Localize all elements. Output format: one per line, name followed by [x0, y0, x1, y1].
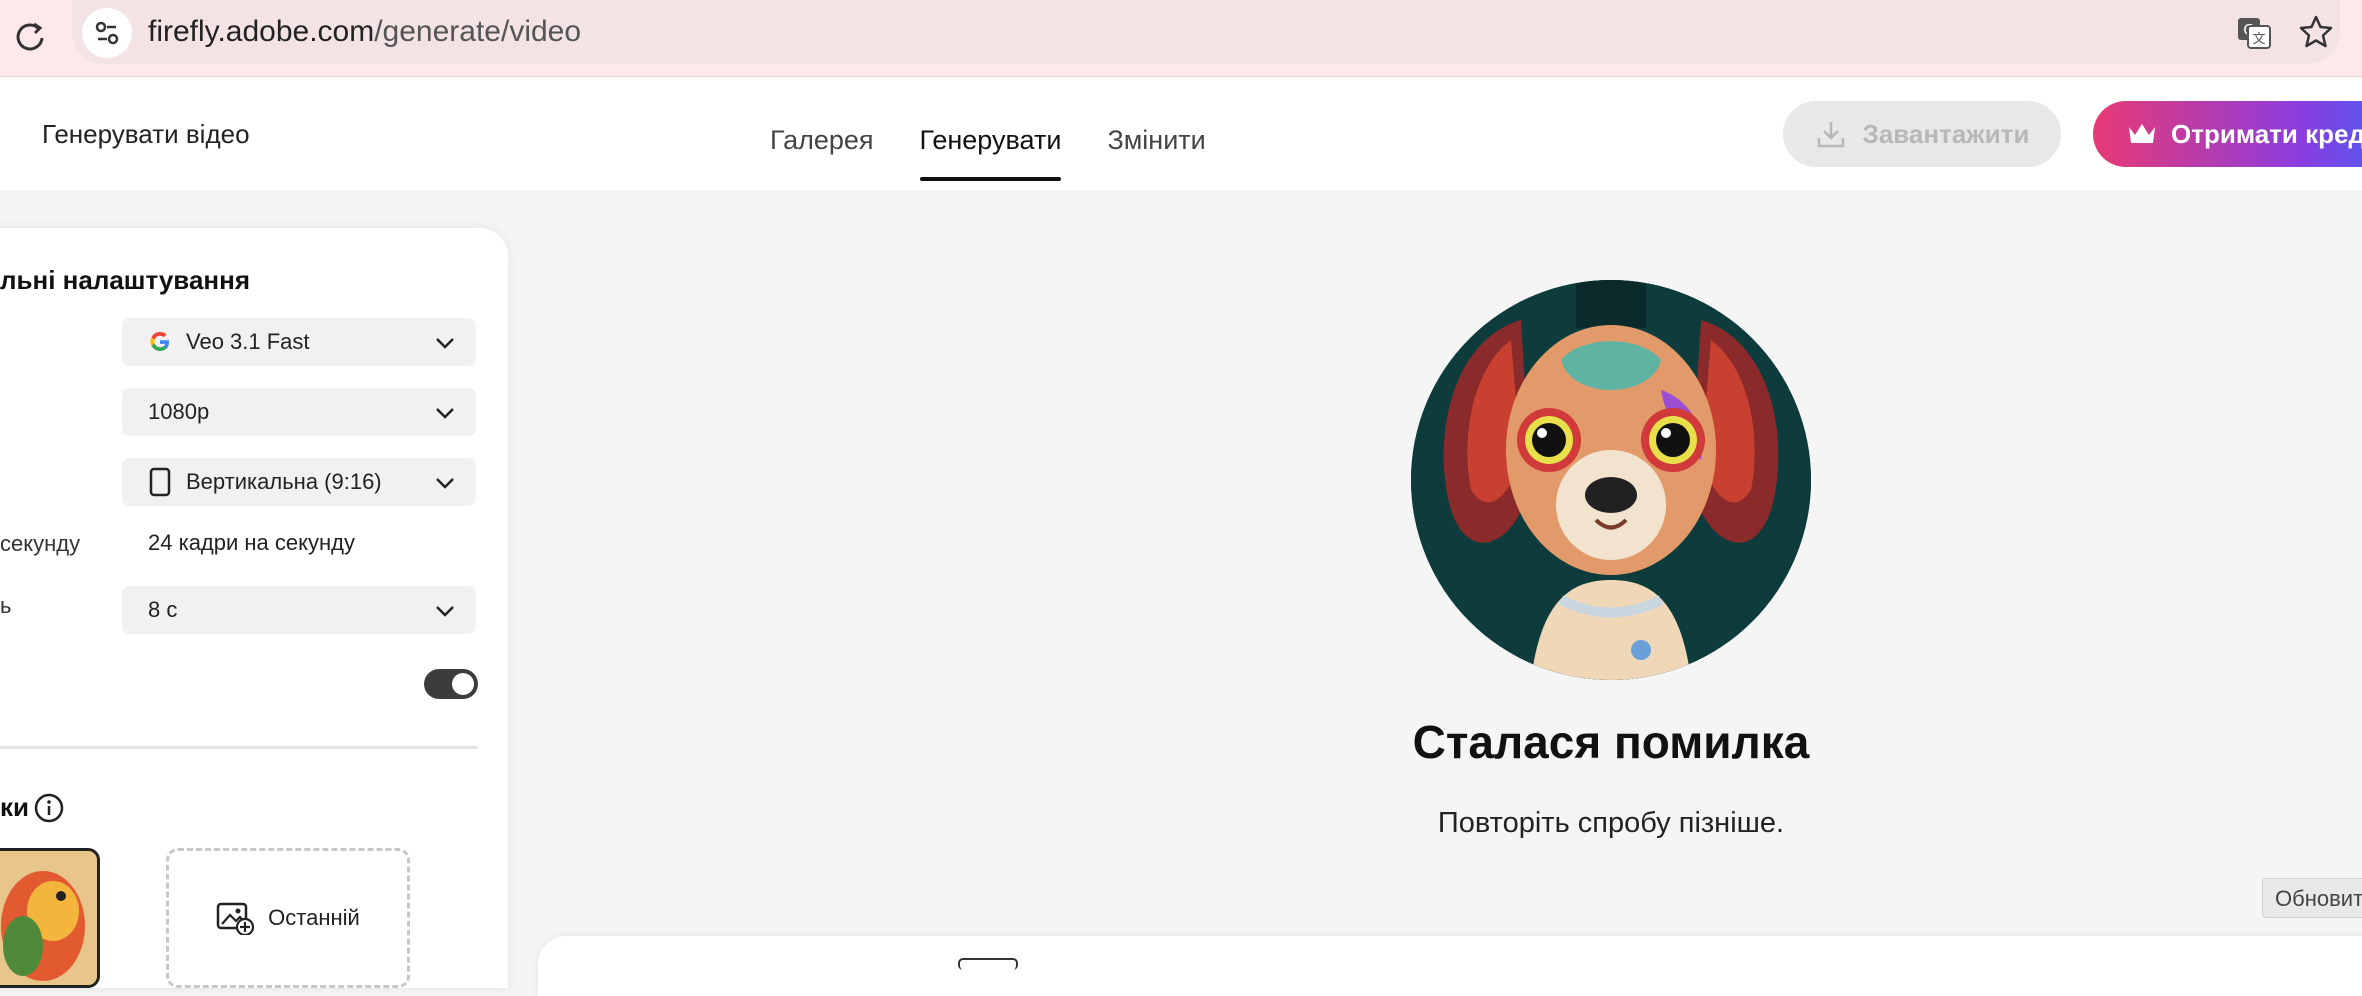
update-button[interactable]: Обновит: [2262, 878, 2362, 918]
download-label: Завантажити: [1862, 118, 2030, 149]
resolution-value: 1080p: [148, 399, 210, 424]
aspect-value: Вертикальна (9:16): [186, 469, 382, 494]
settings-title: льні налаштування: [0, 265, 250, 295]
reload-icon[interactable]: [8, 14, 54, 60]
duration-value: 8 с: [148, 597, 178, 622]
model-value: Veo 3.1 Fast: [186, 329, 310, 354]
credits-label: Отримати кред: [2171, 118, 2362, 149]
recent-upload-button[interactable]: Останній: [166, 848, 410, 988]
app-header: Генерувати відео Галерея Генерувати Змін…: [0, 77, 2362, 190]
google-icon: [150, 332, 169, 351]
chevron-down-icon: [436, 478, 454, 489]
aspect-ratio-select[interactable]: Вертикальна (9:16): [122, 458, 476, 506]
tab-edit[interactable]: Змінити: [1107, 121, 1205, 159]
page-title: Генерувати відео: [42, 119, 250, 149]
fps-label: секунду: [0, 531, 81, 556]
url-host: firefly.adobe.com: [148, 15, 375, 48]
model-select[interactable]: Veo 3.1 Fast: [122, 318, 476, 366]
section-label: ки: [0, 792, 29, 822]
bookmark-star-icon[interactable]: [2296, 12, 2336, 52]
parrot-image: [0, 851, 97, 985]
site-info-button[interactable]: [82, 8, 132, 58]
settings-panel: льні налаштування Veo 3.1 Fast 1080p Вер…: [0, 228, 508, 988]
crown-icon: [2129, 124, 2155, 143]
recent-label: Останній: [268, 905, 360, 930]
info-icon[interactable]: [33, 792, 65, 824]
prompt-card: [538, 936, 2362, 996]
error-subtitle: Повторіть спробу пізніше.: [1437, 807, 1785, 839]
download-icon: [1817, 122, 1844, 148]
chevron-down-icon: [436, 606, 454, 617]
get-credits-button[interactable]: Отримати кред: [2093, 101, 2362, 167]
setting-toggle[interactable]: [424, 669, 478, 699]
svg-text:文: 文: [2252, 32, 2265, 47]
add-image-icon: [216, 902, 255, 935]
portrait-frame-icon: [149, 467, 171, 497]
duration-label: ь: [0, 593, 12, 618]
main-tabs: Галерея Генерувати Змінити: [770, 121, 1206, 181]
error-title: Сталася помилка: [1412, 716, 1810, 768]
prompt-card-handle[interactable]: [958, 958, 1018, 970]
translate-icon[interactable]: G 文: [2234, 12, 2274, 52]
toggle-knob: [452, 673, 474, 695]
dog-illustration: [1411, 280, 1811, 680]
browser-toolbar: firefly.adobe.com/generate/video G 文: [0, 0, 2362, 77]
tab-gallery[interactable]: Галерея: [770, 121, 874, 159]
chevron-down-icon: [436, 338, 454, 349]
url-path: /generate/video: [374, 15, 582, 48]
tab-generate[interactable]: Генерувати: [919, 121, 1061, 181]
chevron-down-icon: [436, 408, 454, 419]
resolution-select[interactable]: 1080p: [122, 388, 476, 436]
reference-thumbnail[interactable]: [0, 848, 100, 988]
fps-value: 24 кадри на секунду: [148, 530, 355, 555]
download-button[interactable]: Завантажити: [1783, 101, 2061, 167]
duration-select[interactable]: 8 с: [122, 586, 476, 634]
url-text[interactable]: firefly.adobe.com/generate/video: [148, 12, 581, 52]
section-divider: [0, 746, 478, 749]
site-settings-icon: [95, 21, 119, 45]
error-illustration: [1411, 280, 1811, 680]
